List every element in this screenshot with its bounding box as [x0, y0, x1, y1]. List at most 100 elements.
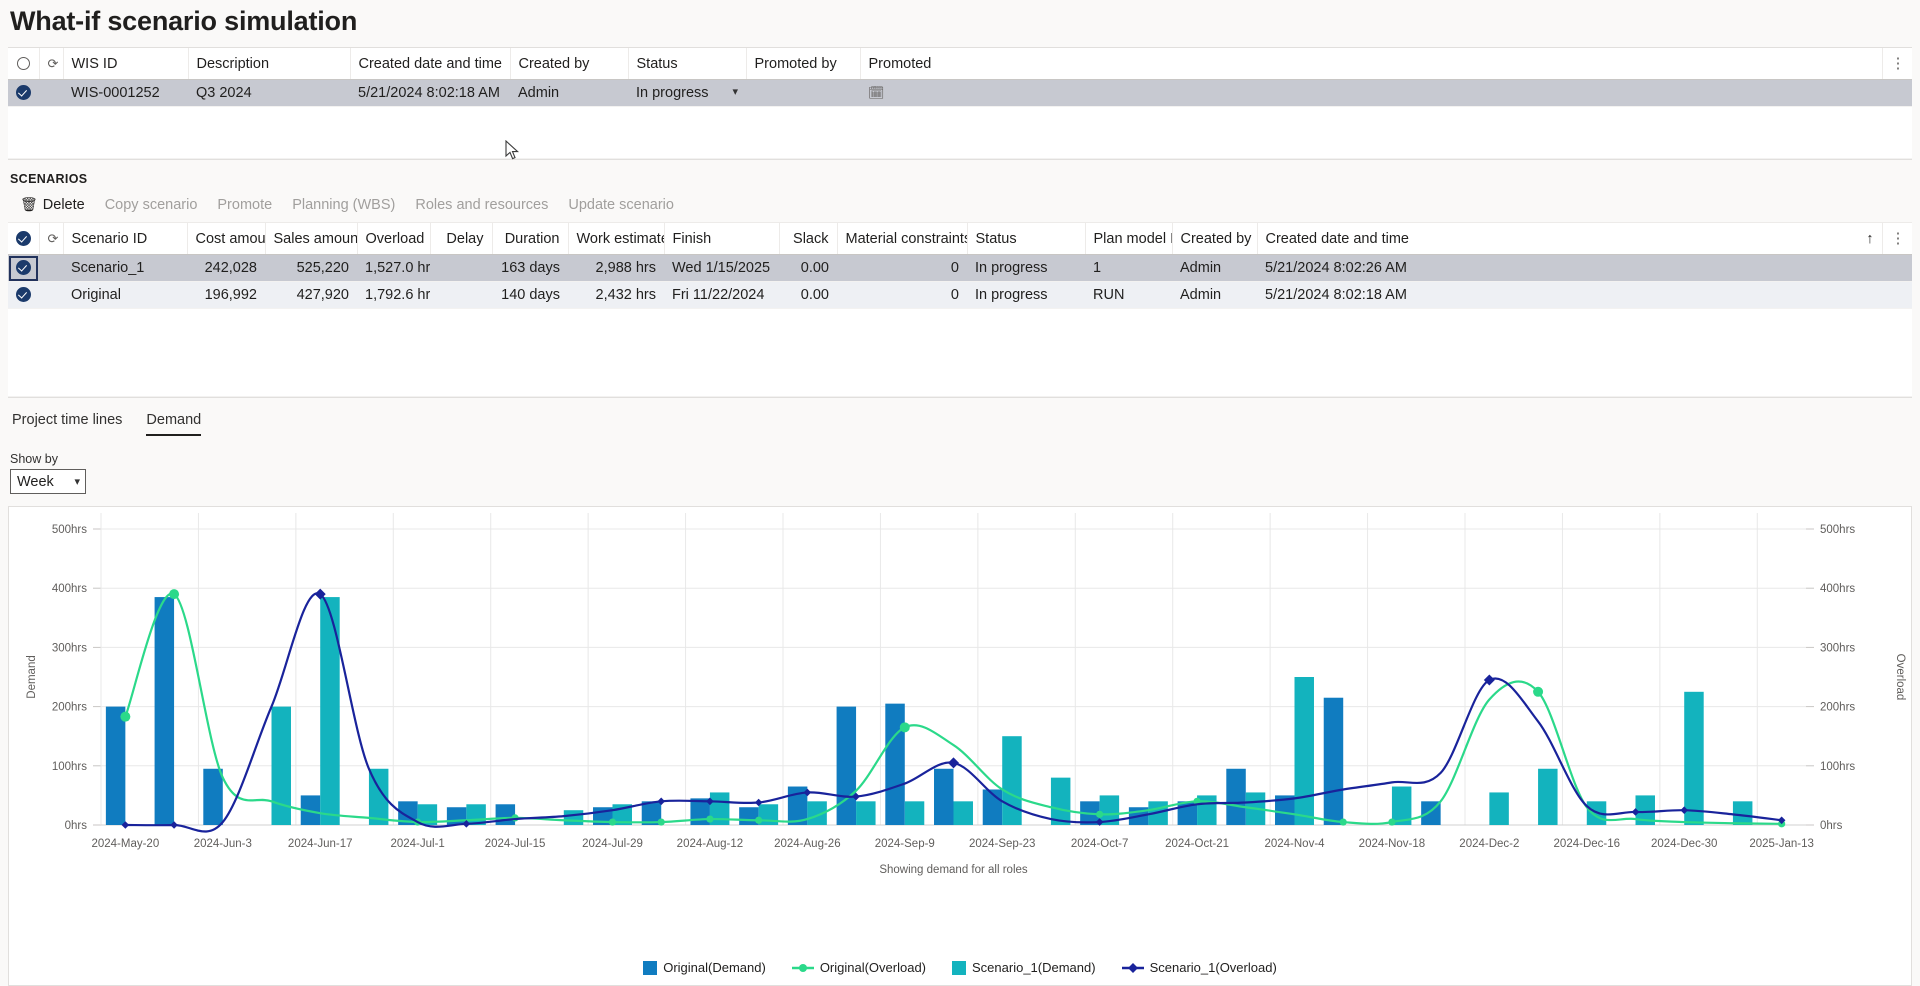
check-icon[interactable]: [16, 231, 31, 246]
cell-slack[interactable]: 0.00: [779, 255, 837, 282]
legend-item-original-demand[interactable]: Original(Demand): [643, 960, 766, 975]
roles-and-resources-button[interactable]: Roles and resources: [415, 197, 548, 213]
cell-slack[interactable]: 0.00: [779, 282, 837, 309]
cell-created-date[interactable]: 5/21/2024 8:02:26 AM: [1257, 255, 1882, 282]
cell-finish[interactable]: Wed 1/15/2025: [664, 255, 779, 282]
cell-status[interactable]: In progress: [967, 282, 1085, 309]
delete-button[interactable]: 🗑 Delete: [20, 196, 85, 213]
cell-duration[interactable]: 140 days: [492, 282, 568, 309]
legend-item-scenario-demand[interactable]: Scenario_1(Demand): [952, 960, 1096, 975]
cell-created-by[interactable]: Admin: [1172, 255, 1257, 282]
scenarios-grid-options[interactable]: ⋮: [1882, 223, 1912, 255]
cell-plan-model-id[interactable]: RUN: [1085, 282, 1172, 309]
cell-scenario-id[interactable]: Scenario_1: [63, 255, 187, 282]
cell-delay[interactable]: [430, 255, 492, 282]
scenarios-refresh-header[interactable]: ⟳: [39, 223, 63, 255]
col-sales-amount[interactable]: Sales amount: [265, 223, 357, 255]
cell-created-date[interactable]: 5/21/2024 8:02:18 AM: [350, 80, 510, 107]
status-value: In progress: [636, 85, 709, 101]
select-all-header[interactable]: [8, 48, 39, 80]
cell-finish[interactable]: Fri 11/22/2024: [664, 282, 779, 309]
cell-material-constraints[interactable]: 0: [837, 282, 967, 309]
more-options-icon[interactable]: ⋮: [1891, 230, 1906, 247]
cell-material-constraints[interactable]: 0: [837, 255, 967, 282]
cell-scenario-id[interactable]: Original: [63, 282, 187, 309]
refresh-icon[interactable]: ⟳: [48, 231, 59, 247]
wis-col-status[interactable]: Status: [628, 48, 746, 80]
cell-promoted[interactable]: 🗓: [860, 80, 1882, 107]
cell-sales-amount[interactable]: 427,920: [265, 282, 357, 309]
wis-col-created-date[interactable]: Created date and time: [350, 48, 510, 80]
cell-overload[interactable]: 1,792.6 hrs: [357, 282, 430, 309]
update-scenario-button[interactable]: Update scenario: [568, 197, 674, 213]
col-delay[interactable]: Delay: [430, 223, 492, 255]
table-row[interactable]: Original 196,992 427,920 1,792.6 hrs 140…: [8, 282, 1912, 309]
cell-delay[interactable]: [430, 282, 492, 309]
row-select-checkbox[interactable]: [8, 255, 39, 282]
col-created-by[interactable]: Created by: [1172, 223, 1257, 255]
wis-col-promoted[interactable]: Promoted: [860, 48, 1882, 80]
col-overload[interactable]: Overload: [357, 223, 430, 255]
copy-scenario-button[interactable]: Copy scenario: [105, 197, 198, 213]
wis-grid-options[interactable]: ⋮: [1882, 48, 1912, 80]
planning-wbs-button[interactable]: Planning (WBS): [292, 197, 395, 213]
row-select-checkbox[interactable]: [8, 282, 39, 309]
col-scenario-id[interactable]: Scenario ID: [63, 223, 187, 255]
table-row[interactable]: WIS-0001252 Q3 2024 5/21/2024 8:02:18 AM…: [8, 80, 1912, 107]
col-slack[interactable]: Slack: [779, 223, 837, 255]
cell-created-date[interactable]: 5/21/2024 8:02:18 AM: [1257, 282, 1882, 309]
chevron-down-icon[interactable]: ▾: [74, 475, 80, 488]
tab-project-time-lines[interactable]: Project time lines: [12, 412, 122, 436]
circle-icon[interactable]: [17, 57, 30, 70]
check-icon[interactable]: [16, 260, 31, 275]
cell-work-estimate[interactable]: 2,988 hrs: [568, 255, 664, 282]
legend-item-original-overload[interactable]: Original(Overload): [792, 960, 926, 975]
cell-overload[interactable]: 1,527.0 hrs: [357, 255, 430, 282]
demand-chart[interactable]: 0hrs0hrs100hrs100hrs200hrs200hrs300hrs30…: [9, 507, 1911, 927]
tab-demand[interactable]: Demand: [146, 412, 201, 436]
cell-promoted-by[interactable]: [746, 80, 860, 107]
col-cost-amount[interactable]: Cost amount: [187, 223, 265, 255]
svg-text:2024-Dec-30: 2024-Dec-30: [1651, 838, 1717, 850]
cell-cost-amount[interactable]: 242,028: [187, 255, 265, 282]
cell-wis-id[interactable]: WIS-0001252: [63, 80, 188, 107]
cell-created-by[interactable]: Admin: [510, 80, 628, 107]
cell-created-by[interactable]: Admin: [1172, 282, 1257, 309]
col-finish[interactable]: Finish: [664, 223, 779, 255]
cell-plan-model-id[interactable]: 1: [1085, 255, 1172, 282]
cell-duration[interactable]: 163 days: [492, 255, 568, 282]
legend-item-scenario-overload[interactable]: Scenario_1(Overload): [1122, 960, 1277, 975]
show-by-select[interactable]: Week ▾: [10, 469, 86, 494]
wis-col-wis-id[interactable]: WIS ID: [63, 48, 188, 80]
refresh-header[interactable]: ⟳: [39, 48, 63, 80]
svg-text:Showing demand for all roles: Showing demand for all roles: [879, 864, 1028, 876]
wis-grid: ⟳ WIS ID Description Created date and ti…: [8, 47, 1912, 160]
refresh-icon[interactable]: ⟳: [48, 56, 59, 72]
svg-text:400hrs: 400hrs: [1820, 583, 1855, 595]
col-work-estimate[interactable]: Work estimate: [568, 223, 664, 255]
calendar-icon[interactable]: 🗓: [868, 85, 885, 100]
scenarios-select-all-header[interactable]: [8, 223, 39, 255]
check-icon[interactable]: [16, 85, 31, 100]
check-icon[interactable]: [16, 287, 31, 302]
wis-col-created-by[interactable]: Created by: [510, 48, 628, 80]
cell-sales-amount[interactable]: 525,220: [265, 255, 357, 282]
wis-col-description[interactable]: Description: [188, 48, 350, 80]
table-row[interactable]: Scenario_1 242,028 525,220 1,527.0 hrs 1…: [8, 255, 1912, 282]
promote-button[interactable]: Promote: [217, 197, 272, 213]
cell-status[interactable]: In progress: [967, 255, 1085, 282]
cell-description[interactable]: Q3 2024: [188, 80, 350, 107]
svg-text:2025-Jan-13: 2025-Jan-13: [1749, 838, 1814, 850]
col-duration[interactable]: Duration: [492, 223, 568, 255]
col-created-date[interactable]: Created date and time ↑: [1257, 223, 1882, 255]
row-select-checkbox[interactable]: [8, 80, 39, 107]
col-plan-model-id[interactable]: Plan model ID: [1085, 223, 1172, 255]
more-options-icon[interactable]: ⋮: [1891, 55, 1906, 72]
cell-status[interactable]: In progress ▾: [628, 80, 746, 107]
col-status[interactable]: Status: [967, 223, 1085, 255]
cell-work-estimate[interactable]: 2,432 hrs: [568, 282, 664, 309]
chevron-down-icon[interactable]: ▾: [732, 85, 738, 98]
col-material-constraints[interactable]: Material constraints: [837, 223, 967, 255]
cell-cost-amount[interactable]: 196,992: [187, 282, 265, 309]
wis-col-promoted-by[interactable]: Promoted by: [746, 48, 860, 80]
